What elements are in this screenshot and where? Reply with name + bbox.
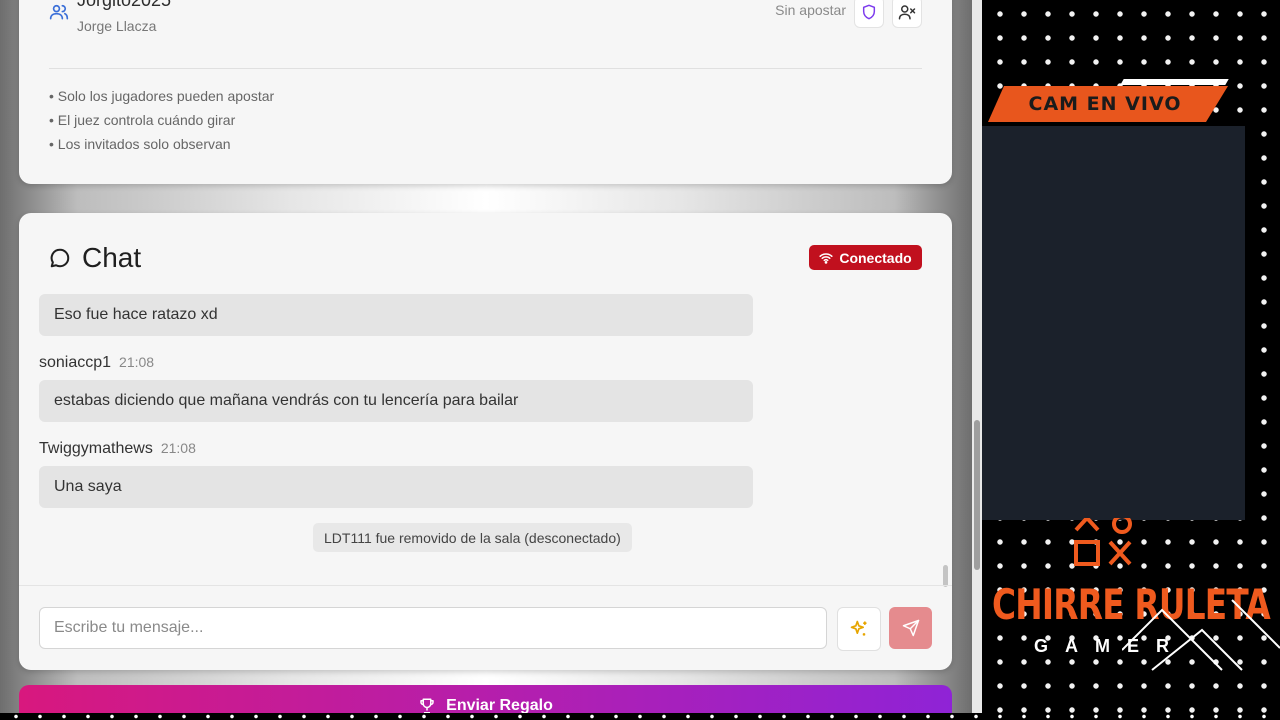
webcam-area [982,126,1245,520]
message-time: 21:08 [160,440,196,456]
shield-icon [862,4,876,20]
remove-user-icon [898,5,916,20]
playstation-shapes-icon [1074,518,1132,566]
connection-badge: Conectado [809,245,922,270]
remove-player-button[interactable] [892,0,922,28]
player-real-name: Jorge Llacza [77,18,157,34]
chat-message-bubble: estabas diciendo que mañana vendrás con … [39,380,753,422]
message-time: 21:08 [119,354,155,370]
decor-lines [1122,599,1280,671]
emoji-button[interactable] [837,607,881,651]
rule-item: • Los invitados solo observan [49,136,231,152]
player-row: Jorgito2025 Jorge Llacza Sin apostar [49,0,922,42]
page-scrollbar[interactable] [972,0,982,720]
dot-pattern [0,713,1280,720]
chat-message-bubble: Eso fue hace ratazo xd [39,294,753,336]
player-username: Jorgito2025 [77,0,172,10]
author-name: Twiggymathews [39,440,153,457]
bottom-dot-strip [0,713,1280,720]
chat-author: soniaccp1 21:08 [39,354,154,372]
chat-card: Chat Conectado Eso fue hace ratazo xd so… [19,213,952,670]
author-name: soniaccp1 [39,354,112,371]
system-message: LDT111 fue removido de la sala (desconec… [313,523,632,552]
app-panel: Jorgito2025 Jorge Llacza Sin apostar • S… [0,0,972,720]
chat-scrollbar[interactable] [943,565,948,587]
chat-author: Twiggymathews 21:08 [39,440,196,458]
chat-message-bubble: Una saya [39,466,753,508]
send-icon [902,619,919,637]
bet-status: Sin apostar [775,2,846,18]
wifi-icon [819,252,833,264]
send-button[interactable] [889,607,932,649]
message-input[interactable] [39,607,827,649]
decor-bar [1120,79,1229,85]
rule-item: • Solo los jugadores pueden apostar [49,88,275,104]
chat-bubble-icon [50,248,70,268]
chat-title: Chat [82,242,142,273]
page-scrollbar-thumb[interactable] [974,420,980,570]
rule-item: • El juez controla cuándo girar [49,112,236,128]
judge-role-button[interactable] [854,0,884,28]
cam-label: CAM EN VIVO [988,86,1228,122]
divider [49,68,922,69]
sparkles-icon [850,620,867,636]
users-icon [49,4,69,20]
players-card: Jorgito2025 Jorge Llacza Sin apostar • S… [19,0,952,184]
stream-overlay: CAM EN VIVO CHIRRE RULETA GAMER [982,0,1280,720]
divider [19,585,952,586]
connection-status: Conectado [839,249,912,266]
